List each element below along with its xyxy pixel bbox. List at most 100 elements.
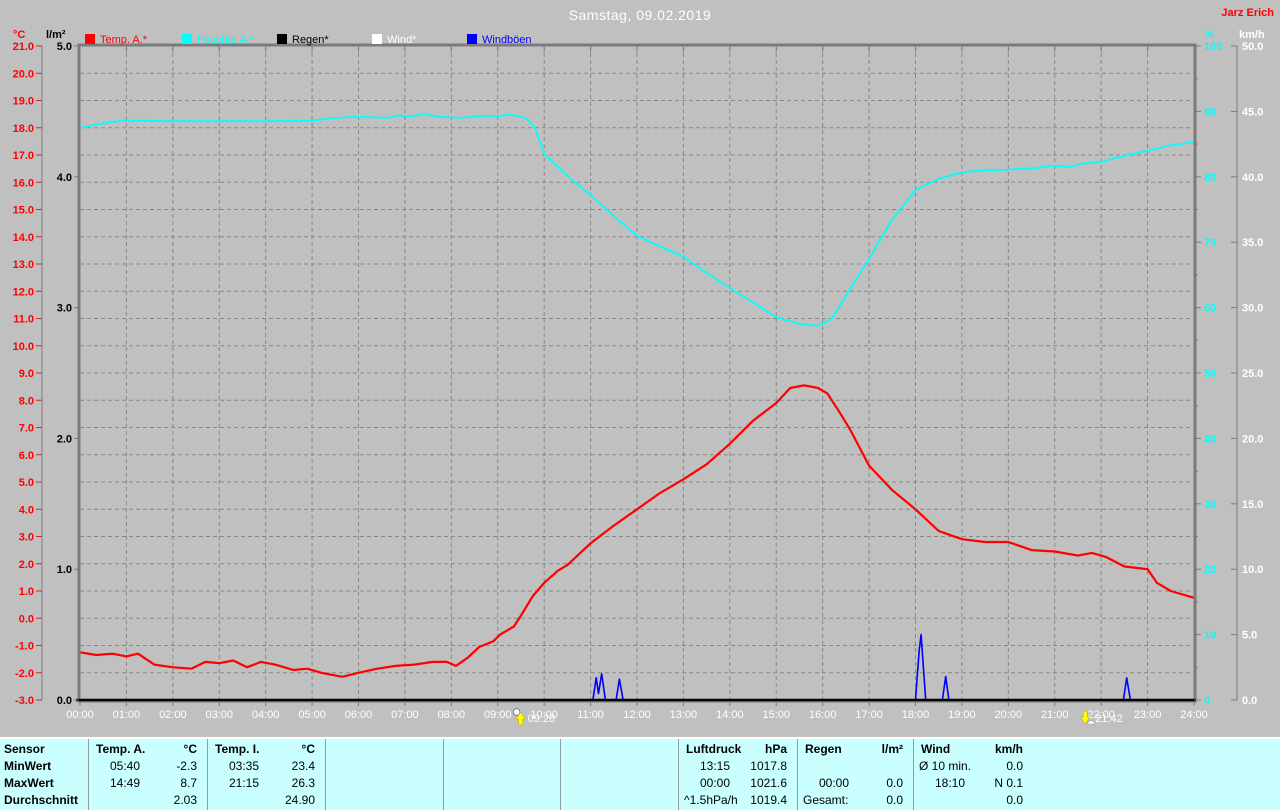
table-cell-value: 24.90 (284, 793, 315, 807)
svg-text:30.0: 30.0 (1242, 303, 1263, 315)
svg-text:12.0: 12.0 (13, 286, 34, 298)
legend-item-4: Windböen (467, 34, 532, 46)
legend-item-3: Wind* (372, 34, 416, 46)
svg-text:0: 0 (1204, 695, 1210, 707)
svg-text:10.0: 10.0 (1242, 564, 1263, 576)
svg-text:7.0: 7.0 (19, 423, 34, 435)
svg-text:09:00: 09:00 (484, 709, 512, 721)
svg-text:0.0: 0.0 (57, 695, 72, 707)
table-cell-value: 1017.8 (750, 759, 787, 773)
svg-text:08:00: 08:00 (438, 709, 466, 721)
table-col-unit: °C (183, 742, 197, 756)
svg-text:1.0: 1.0 (19, 586, 34, 598)
legend-label: Regen* (292, 34, 329, 46)
table-col-unit: °C (301, 742, 315, 756)
table-row-label: Sensor (4, 742, 45, 756)
svg-text:15.0: 15.0 (1242, 499, 1263, 511)
table-cell-value: 8.7 (180, 776, 197, 790)
svg-text:24:00: 24:00 (1180, 709, 1208, 721)
svg-text:10: 10 (1204, 630, 1216, 642)
table-row-label: MinWert (4, 759, 52, 773)
svg-text:11.0: 11.0 (13, 314, 34, 326)
svg-text:35.0: 35.0 (1242, 237, 1263, 249)
table-cell-value: N 0.1 (994, 776, 1023, 790)
marker-time: 09:28 (528, 713, 556, 725)
svg-text:06:00: 06:00 (345, 709, 373, 721)
svg-text:13.0: 13.0 (13, 259, 34, 271)
weather-station-window: 21.0 20.0 19.0 18.0 17.0 16.0 15.0 14.0 13.0 12.0… (0, 0, 1280, 810)
svg-text:1.0: 1.0 (57, 564, 72, 576)
svg-text:4.0: 4.0 (57, 172, 72, 184)
table-cell-value: 0.0 (886, 776, 903, 790)
svg-text:0.0: 0.0 (1242, 695, 1257, 707)
table-row-label: Durchschnitt (4, 793, 79, 807)
svg-text:20.0: 20.0 (1242, 433, 1263, 445)
marker-time: 21:42 (1095, 713, 1123, 725)
svg-text:17:00: 17:00 (855, 709, 883, 721)
svg-text:2.0: 2.0 (19, 559, 34, 571)
svg-text:02:00: 02:00 (159, 709, 187, 721)
table-col-unit: hPa (764, 742, 787, 756)
svg-text:14:00: 14:00 (716, 709, 744, 721)
stats-table: Sensor MinWert MaxWert Durchschnitt Temp. A.… (0, 737, 1280, 810)
marker-moonset: 21:42 (1080, 710, 1123, 725)
table-cell-value: 26.3 (291, 776, 315, 790)
table-cell-value: 0.0 (886, 793, 903, 807)
svg-text:-1.0: -1.0 (15, 641, 34, 653)
chart-title: Samstag, 09.02.2019 (568, 7, 712, 23)
svg-text:3.0: 3.0 (19, 532, 34, 544)
svg-text:13:00: 13:00 (670, 709, 698, 721)
svg-text:-3.0: -3.0 (15, 695, 34, 707)
svg-text:18.0: 18.0 (13, 123, 34, 135)
svg-text:5.0: 5.0 (19, 477, 34, 489)
table-cell-value: 2.03 (173, 793, 197, 807)
svg-text:23:00: 23:00 (1134, 709, 1162, 721)
svg-text:00:00: 00:00 (66, 709, 94, 721)
svg-text:19:00: 19:00 (948, 709, 976, 721)
legend-label: Windböen (482, 34, 532, 46)
svg-text:0.0: 0.0 (19, 613, 34, 625)
svg-text:20.0: 20.0 (13, 68, 34, 80)
svg-text:19.0: 19.0 (13, 96, 34, 108)
svg-text:4.0: 4.0 (19, 504, 34, 516)
table-cell-value: -2.3 (176, 759, 197, 773)
svg-text:05:00: 05:00 (298, 709, 326, 721)
legend-label: Wind* (387, 34, 417, 46)
table-row-label: MaxWert (4, 776, 54, 790)
table-divider (560, 739, 561, 810)
svg-text:80: 80 (1204, 172, 1216, 184)
svg-text:20:00: 20:00 (995, 709, 1023, 721)
svg-text:90: 90 (1204, 106, 1216, 118)
gridlines (80, 46, 1194, 700)
table-divider (325, 739, 326, 810)
svg-text:6.0: 6.0 (19, 450, 34, 462)
svg-text:16.0: 16.0 (13, 177, 34, 189)
svg-text:60: 60 (1204, 303, 1216, 315)
table-cell-value: 0.0 (1006, 793, 1023, 807)
table-col-unit: km/h (994, 742, 1023, 756)
svg-text:5.0: 5.0 (1242, 630, 1257, 642)
legend-swatch-icon (85, 34, 95, 44)
svg-text:40.0: 40.0 (1242, 172, 1263, 184)
svg-text:15.0: 15.0 (13, 205, 34, 217)
table-col-unit: l/m² (881, 742, 903, 756)
svg-text:18:00: 18:00 (902, 709, 930, 721)
svg-text:16:00: 16:00 (809, 709, 837, 721)
svg-text:15:00: 15:00 (762, 709, 790, 721)
svg-text:03:00: 03:00 (205, 709, 233, 721)
svg-text:50: 50 (1204, 368, 1216, 380)
svg-text:30: 30 (1204, 499, 1216, 511)
svg-text:-2.0: -2.0 (15, 668, 34, 680)
legend-swatch-icon (372, 34, 382, 44)
chart-plot: 21.020.019.018.017.016.015.014.013.012.0… (13, 41, 1263, 726)
table-divider (443, 739, 444, 810)
svg-text:07:00: 07:00 (391, 709, 419, 721)
svg-text:9.0: 9.0 (19, 368, 34, 380)
svg-text:01:00: 01:00 (113, 709, 141, 721)
legend-swatch-icon (467, 34, 477, 44)
svg-text:3.0: 3.0 (57, 303, 72, 315)
table-cell-value: 23.4 (291, 759, 315, 773)
legend-item-2: Regen* (277, 34, 329, 46)
legend-item-1: Feuchte A.* (182, 34, 254, 46)
svg-text:21:00: 21:00 (1041, 709, 1069, 721)
